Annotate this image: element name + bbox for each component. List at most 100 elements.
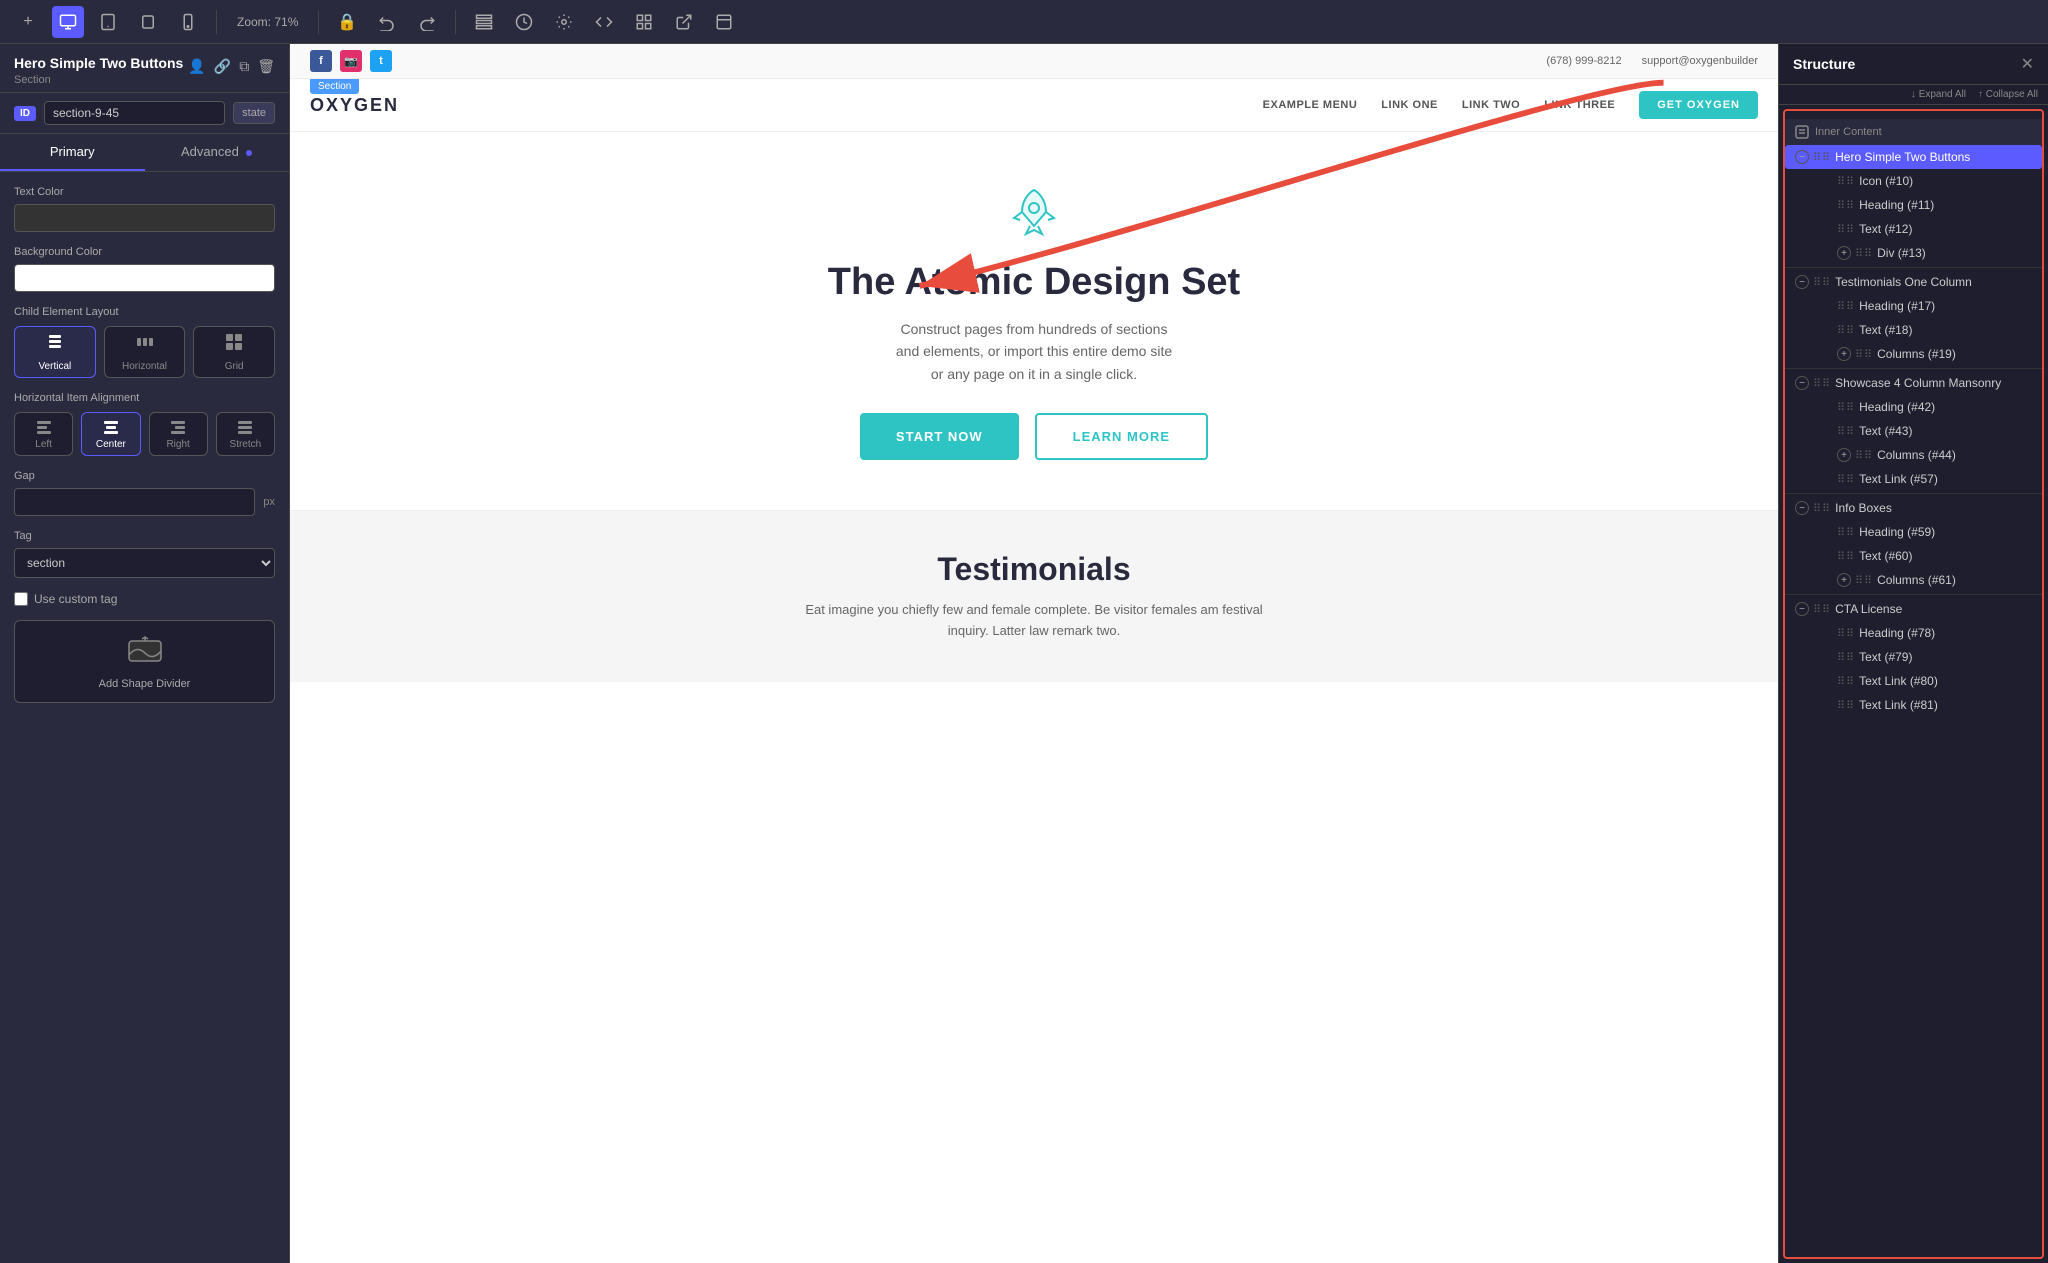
toolbar-separator-2 <box>318 10 319 34</box>
custom-tag-label: Use custom tag <box>34 592 117 606</box>
structure-item-columns19[interactable]: + ⠿⠿ Columns (#19) <box>1785 342 2042 366</box>
redo-button[interactable] <box>411 6 443 38</box>
structure-item-heading59[interactable]: ⠿⠿ Heading (#59) <box>1785 520 2042 544</box>
panel-actions: 👤 🔗 ⧉ 🗑 <box>188 58 275 75</box>
state-button[interactable]: state <box>233 102 275 124</box>
zoom-label: Zoom: 71% <box>237 15 298 29</box>
structure-item-icon10[interactable]: ⠿⠿ Icon (#10) <box>1785 169 2042 193</box>
layout-horizontal-btn[interactable]: Horizontal <box>104 326 186 378</box>
social-icons: f 📷 t <box>310 50 392 72</box>
structure-item-text79[interactable]: ⠿⠿ Text (#79) <box>1785 645 2042 669</box>
template-button[interactable] <box>708 6 740 38</box>
main-layout: Hero Simple Two Buttons Section 👤 🔗 ⧉ 🗑 … <box>0 44 2048 1263</box>
panel-copy-icon[interactable]: ⧉ <box>239 58 249 75</box>
structure-item-textlink57[interactable]: ⠿⠿ Text Link (#57) <box>1785 467 2042 491</box>
add-shape-divider-button[interactable]: Add Shape Divider <box>14 620 275 703</box>
desktop-view-button[interactable] <box>52 6 84 38</box>
collapse-columns61-btn[interactable]: + <box>1837 573 1851 587</box>
left-panel: Hero Simple Two Buttons Section 👤 🔗 ⧉ 🗑 … <box>0 44 290 1263</box>
structure-item-showcase[interactable]: − ⠿⠿ Showcase 4 Column Mansonry <box>1785 371 2042 395</box>
collapse-infoboxes-btn[interactable]: − <box>1795 501 1809 515</box>
nav-example-menu[interactable]: EXAMPLE MENU <box>1263 99 1358 111</box>
child-layout-row: Child Element Layout Vertical Horizontal <box>14 306 275 378</box>
structure-button[interactable] <box>468 6 500 38</box>
align-stretch-btn[interactable]: Stretch <box>216 412 275 456</box>
export-button[interactable] <box>668 6 700 38</box>
structure-item-textlink80[interactable]: ⠿⠿ Text Link (#80) <box>1785 669 2042 693</box>
add-shape-label: Add Shape Divider <box>99 678 191 690</box>
collapse-columns19-btn[interactable]: + <box>1837 347 1851 361</box>
custom-tag-checkbox[interactable] <box>14 592 28 606</box>
add-element-button[interactable]: + <box>12 6 44 38</box>
layout-vertical-btn[interactable]: Vertical <box>14 326 96 378</box>
text-color-swatch[interactable] <box>14 204 275 232</box>
id-row: ID state <box>0 93 289 134</box>
collapse-all-label[interactable]: ↑ Collapse All <box>1978 89 2038 100</box>
structure-item-text60[interactable]: ⠿⠿ Text (#60) <box>1785 544 2042 568</box>
right-panel: Structure ✕ ↓ Expand All ↑ Collapse All … <box>1778 44 2048 1263</box>
align-center-btn[interactable]: Center <box>81 412 140 456</box>
tab-primary[interactable]: Primary <box>0 134 145 171</box>
gap-input[interactable] <box>14 488 255 516</box>
tab-advanced[interactable]: Advanced <box>145 134 290 171</box>
text12-label: Text (#12) <box>1859 222 1912 236</box>
panel-user-icon[interactable]: 👤 <box>188 58 205 75</box>
collapse-columns44-btn[interactable]: + <box>1837 448 1851 462</box>
add-shape-icon <box>127 633 163 672</box>
showcase-item-label: Showcase 4 Column Mansonry <box>1835 376 2001 390</box>
testimonials-section: Testimonials Eat imagine you chiefly few… <box>290 511 1778 682</box>
structure-item-cta[interactable]: − ⠿⠿ CTA License <box>1785 597 2042 621</box>
structure-item-infoboxes[interactable]: − ⠿⠿ Info Boxes <box>1785 496 2042 520</box>
mobile-view-button[interactable] <box>172 6 204 38</box>
collapse-showcase-btn[interactable]: − <box>1795 376 1809 390</box>
divider-3 <box>1785 493 2042 494</box>
layout-grid-btn[interactable]: Grid <box>193 326 275 378</box>
nav-link-three[interactable]: LINK THREE <box>1544 99 1615 111</box>
id-input[interactable] <box>44 101 225 125</box>
collapse-div13-btn[interactable]: + <box>1837 246 1851 260</box>
nav-link-one[interactable]: LINK ONE <box>1381 99 1438 111</box>
align-left-btn[interactable]: Left <box>14 412 73 456</box>
structure-item-text43[interactable]: ⠿⠿ Text (#43) <box>1785 419 2042 443</box>
nav-cta-button[interactable]: GET OXYGEN <box>1639 91 1758 119</box>
panel-header: Hero Simple Two Buttons Section 👤 🔗 ⧉ 🗑 <box>0 44 289 93</box>
grid-button[interactable] <box>628 6 660 38</box>
structure-item-text18[interactable]: ⠿⠿ Text (#18) <box>1785 318 2042 342</box>
text18-label: Text (#18) <box>1859 323 1912 337</box>
structure-item-heading11[interactable]: ⠿⠿ Heading (#11) <box>1785 193 2042 217</box>
structure-item-textlink81[interactable]: ⠿⠿ Text Link (#81) <box>1785 693 2042 717</box>
expand-all-label[interactable]: ↓ Expand All <box>1911 89 1966 100</box>
collapse-hero-btn[interactable]: − <box>1795 150 1809 164</box>
structure-item-columns61[interactable]: + ⠿⠿ Columns (#61) <box>1785 568 2042 592</box>
settings-button[interactable] <box>548 6 580 38</box>
structure-item-hero[interactable]: − ⠿⠿ Hero Simple Two Buttons <box>1785 145 2042 169</box>
structure-item-testimonials[interactable]: − ⠿⠿ Testimonials One Column <box>1785 270 2042 294</box>
structure-item-columns44[interactable]: + ⠿⠿ Columns (#44) <box>1785 443 2042 467</box>
bg-color-swatch[interactable] <box>14 264 275 292</box>
structure-item-heading78[interactable]: ⠿⠿ Heading (#78) <box>1785 621 2042 645</box>
inner-content-header: Inner Content <box>1785 119 2042 145</box>
nav-link-two[interactable]: LINK TWO <box>1462 99 1520 111</box>
undo-button[interactable] <box>371 6 403 38</box>
panel-delete-icon[interactable]: 🗑 <box>257 58 275 75</box>
tablet-view-button[interactable] <box>92 6 124 38</box>
hero-start-now-button[interactable]: START NOW <box>860 413 1019 460</box>
structure-item-heading42[interactable]: ⠿⠿ Heading (#42) <box>1785 395 2042 419</box>
tab-dot <box>246 150 252 156</box>
align-right-btn[interactable]: Right <box>149 412 208 456</box>
code-button[interactable] <box>588 6 620 38</box>
drag-columns61: ⠿⠿ <box>1855 574 1873 587</box>
collapse-testimonials-btn[interactable]: − <box>1795 275 1809 289</box>
lock-button[interactable]: 🔒 <box>331 6 363 38</box>
structure-item-div13[interactable]: + ⠿⠿ Div (#13) <box>1785 241 2042 265</box>
structure-close-button[interactable]: ✕ <box>2021 54 2034 74</box>
tag-select[interactable]: section <box>14 548 275 578</box>
collapse-cta-btn[interactable]: − <box>1795 602 1809 616</box>
tablet-small-view-button[interactable] <box>132 6 164 38</box>
panel-link-icon[interactable]: 🔗 <box>214 58 231 75</box>
history-button[interactable] <box>508 6 540 38</box>
structure-item-text12[interactable]: ⠿⠿ Text (#12) <box>1785 217 2042 241</box>
drag-div13: ⠿⠿ <box>1855 247 1873 260</box>
structure-item-heading17[interactable]: ⠿⠿ Heading (#17) <box>1785 294 2042 318</box>
hero-learn-more-button[interactable]: LEARN MORE <box>1035 413 1208 460</box>
